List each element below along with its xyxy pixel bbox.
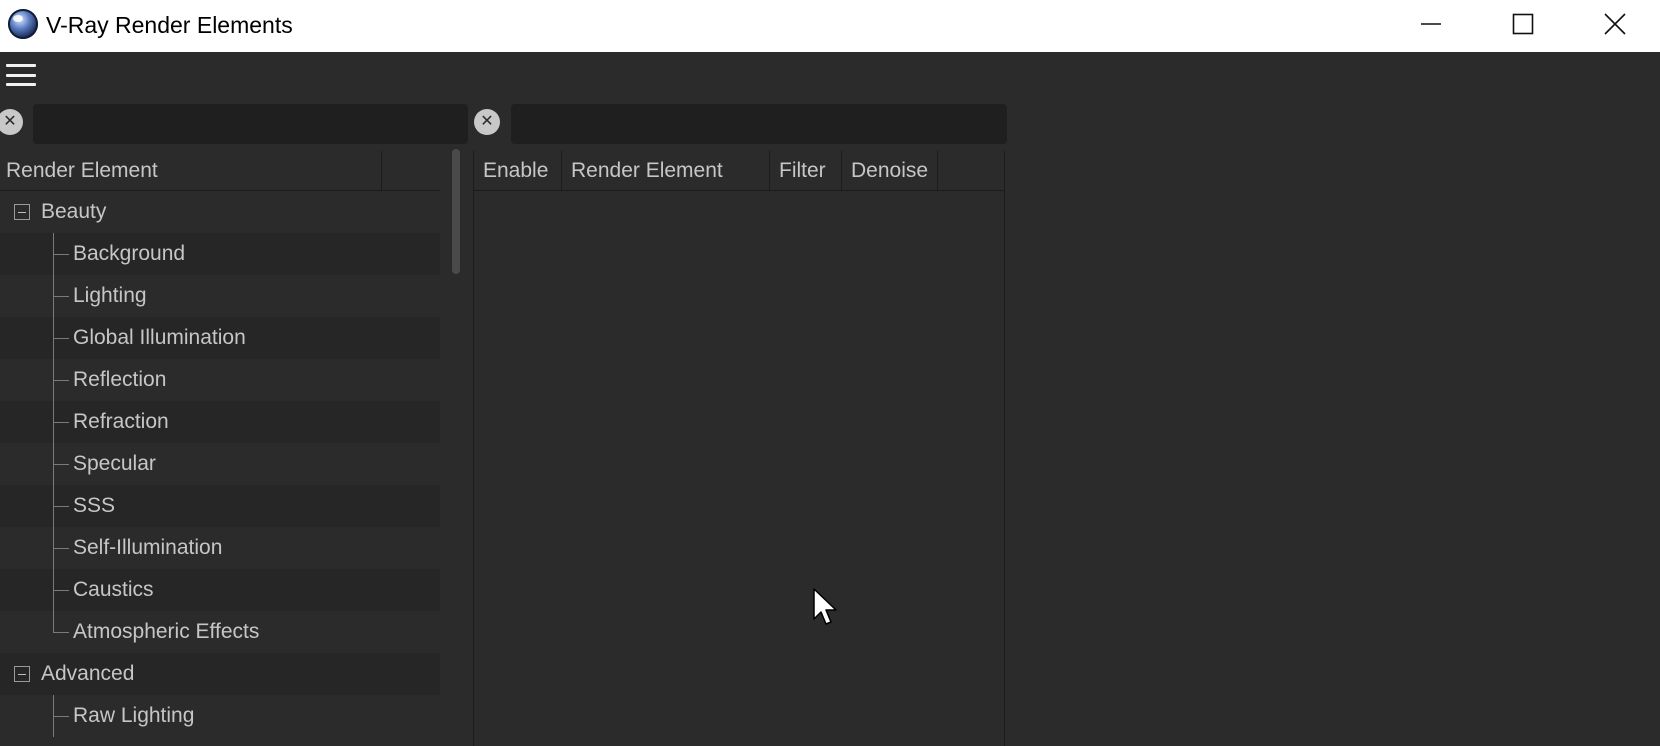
tree-branch-line: [53, 338, 69, 339]
mouse-cursor-icon: [813, 588, 837, 625]
tree-item-row[interactable]: Specular: [0, 443, 440, 485]
tree-item-label: Global Illumination: [73, 326, 246, 349]
tree-item-row[interactable]: Reflection: [0, 359, 440, 401]
tree-branch-line: [53, 254, 69, 255]
render-element-tree: Render Element Beauty Background Lighting G…: [0, 151, 440, 746]
clear-right-search-icon[interactable]: ✕: [474, 109, 500, 135]
tree-branch-line: [53, 632, 69, 633]
hamburger-menu-icon[interactable]: [6, 62, 36, 88]
tree-group-label: Beauty: [41, 200, 107, 223]
column-enable[interactable]: Enable: [474, 151, 562, 191]
tree-item-label: SSS: [73, 494, 116, 517]
tree-item-label: Self-Illumination: [73, 536, 223, 559]
column-denoise[interactable]: Denoise: [842, 151, 938, 191]
tree-item-row[interactable]: Refraction: [0, 401, 440, 443]
tree-item-label: Specular: [73, 452, 156, 475]
tree-item-row[interactable]: Lighting: [0, 275, 440, 317]
tree-item-label: Background: [73, 242, 186, 265]
tree-item-row[interactable]: Background: [0, 233, 440, 275]
tree-branch-line: [53, 506, 69, 507]
tree-item-label: Lighting: [73, 284, 147, 307]
main-area: ✕ ✕ Render Element Beauty Background Light…: [0, 52, 1660, 746]
tree-item-label: Raw Lighting: [73, 704, 195, 727]
left-search-input[interactable]: [33, 104, 468, 144]
close-icon: [1604, 13, 1626, 35]
menu-line: [6, 73, 36, 77]
column-filter[interactable]: Filter: [770, 151, 842, 191]
tree-branch-line: [53, 380, 69, 381]
menu-line: [6, 83, 36, 86]
tree-item-row[interactable]: Caustics: [0, 569, 440, 611]
tree-branch-line: [53, 611, 54, 632]
collapse-toggle-icon[interactable]: [14, 204, 30, 220]
maximize-icon: [1512, 13, 1534, 35]
tree-group-label: Advanced: [41, 662, 135, 685]
title-bar: V-Ray Render Elements: [0, 0, 1660, 52]
tree-item-label: Reflection: [73, 368, 167, 391]
tree-item-label: Caustics: [73, 578, 154, 601]
tree-group-row[interactable]: Advanced: [0, 653, 440, 695]
tree-group-row[interactable]: Beauty: [0, 191, 440, 233]
tree-branch-line: [53, 590, 69, 591]
right-search-input[interactable]: [511, 104, 1007, 144]
tree-item-label: Refraction: [73, 410, 169, 433]
tree-item-row[interactable]: Atmospheric Effects: [0, 611, 440, 653]
close-button[interactable]: [1569, 0, 1660, 48]
tree-branch-line: [53, 716, 69, 717]
tree-item-row[interactable]: SSS: [0, 485, 440, 527]
window-title: V-Ray Render Elements: [46, 12, 293, 38]
tree-rows: Beauty Background Lighting Global Illuminat…: [0, 191, 440, 737]
minimize-button[interactable]: [1385, 0, 1477, 48]
tree-item-row[interactable]: Raw Lighting: [0, 695, 440, 737]
collapse-toggle-icon[interactable]: [14, 666, 30, 682]
column-render-element[interactable]: Render Element: [562, 151, 770, 191]
menu-line: [6, 64, 36, 67]
tree-branch-line: [53, 548, 69, 549]
clear-left-search-icon[interactable]: ✕: [0, 109, 23, 135]
active-elements-table: Enable Render Element Filter Denoise: [473, 151, 1005, 746]
maximize-button[interactable]: [1477, 0, 1569, 48]
tree-item-row[interactable]: Self-Illumination: [0, 527, 440, 569]
minimize-icon: [1421, 23, 1441, 25]
tree-item-row[interactable]: Global Illumination: [0, 317, 440, 359]
tree-header-render-element[interactable]: Render Element: [0, 151, 382, 191]
tree-header: Render Element: [0, 151, 440, 191]
cinema4d-app-icon: [8, 9, 38, 39]
tree-scrollbar[interactable]: [452, 149, 460, 274]
tree-item-label: Atmospheric Effects: [73, 620, 260, 643]
tree-branch-line: [53, 296, 69, 297]
table-header: Enable Render Element Filter Denoise: [474, 151, 1004, 191]
tree-branch-line: [53, 464, 69, 465]
tree-branch-line: [53, 422, 69, 423]
